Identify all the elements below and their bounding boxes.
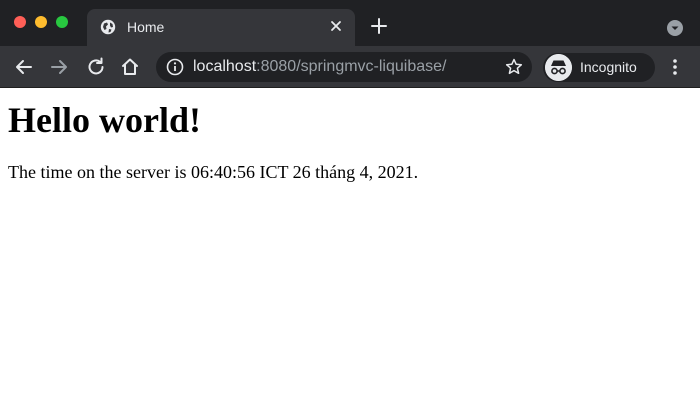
browser-toolbar: localhost:8080/springmvc-liquibase/ Inco…: [0, 46, 700, 88]
globe-icon: [100, 19, 116, 35]
window-close-button[interactable]: [14, 16, 26, 28]
window-maximize-button[interactable]: [56, 16, 68, 28]
home-button[interactable]: [118, 55, 142, 79]
chevron-down-icon: [671, 26, 679, 30]
url-host: localhost: [193, 58, 257, 75]
back-button[interactable]: [12, 55, 36, 79]
tab-home[interactable]: Home: [87, 9, 355, 46]
incognito-profile-button[interactable]: Incognito: [543, 53, 655, 82]
menu-icon[interactable]: [665, 55, 685, 79]
address-bar[interactable]: localhost:8080/springmvc-liquibase/: [156, 52, 532, 82]
new-tab-button[interactable]: [368, 15, 390, 37]
bookmark-star-icon[interactable]: [504, 57, 524, 77]
page-content: Hello world! The time on the server is 0…: [0, 89, 700, 420]
window-minimize-button[interactable]: [35, 16, 47, 28]
url-path: :8080/springmvc-liquibase/: [256, 58, 447, 75]
incognito-icon: [545, 54, 572, 81]
incognito-label: Incognito: [580, 59, 637, 75]
tab-search-button[interactable]: [667, 20, 683, 36]
server-time-text: The time on the server is 06:40:56 ICT 2…: [8, 162, 419, 182]
reload-button[interactable]: [84, 55, 108, 79]
info-icon[interactable]: [166, 58, 184, 76]
tab-strip: Home: [0, 0, 700, 46]
url-text[interactable]: localhost:8080/springmvc-liquibase/: [193, 58, 446, 76]
close-icon[interactable]: [325, 15, 347, 37]
forward-button[interactable]: [47, 55, 71, 79]
page-heading: Hello world!: [8, 100, 201, 140]
tab-title: Home: [127, 19, 165, 35]
